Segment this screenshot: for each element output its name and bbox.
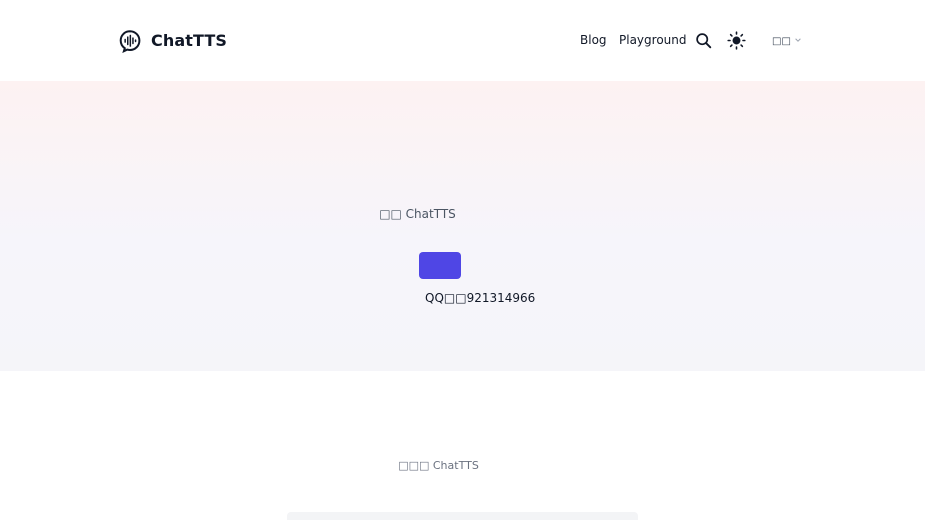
sun-icon[interactable] [725,29,747,51]
language-selected-value: □□ [772,35,791,47]
page: ChatTTS Blog Playground □□ □□ ChatTTS QQ… [0,0,925,520]
section-content-box [287,512,638,520]
hero-subtitle: □□ ChatTTS [379,207,456,221]
hero-cta-button[interactable] [419,252,461,279]
hero-section: □□ ChatTTS QQ□□921314966 [0,81,925,371]
nav-link-playground[interactable]: Playground [619,29,686,51]
site-header: ChatTTS Blog Playground □□ [0,0,925,81]
section-heading: □□□ ChatTTS [398,459,479,472]
language-select[interactable]: □□ [762,29,812,53]
chevron-down-icon [794,36,802,47]
hero-contact-qq: QQ□□921314966 [425,291,536,305]
nav-link-blog[interactable]: Blog [580,29,607,51]
search-icon[interactable] [692,29,714,51]
